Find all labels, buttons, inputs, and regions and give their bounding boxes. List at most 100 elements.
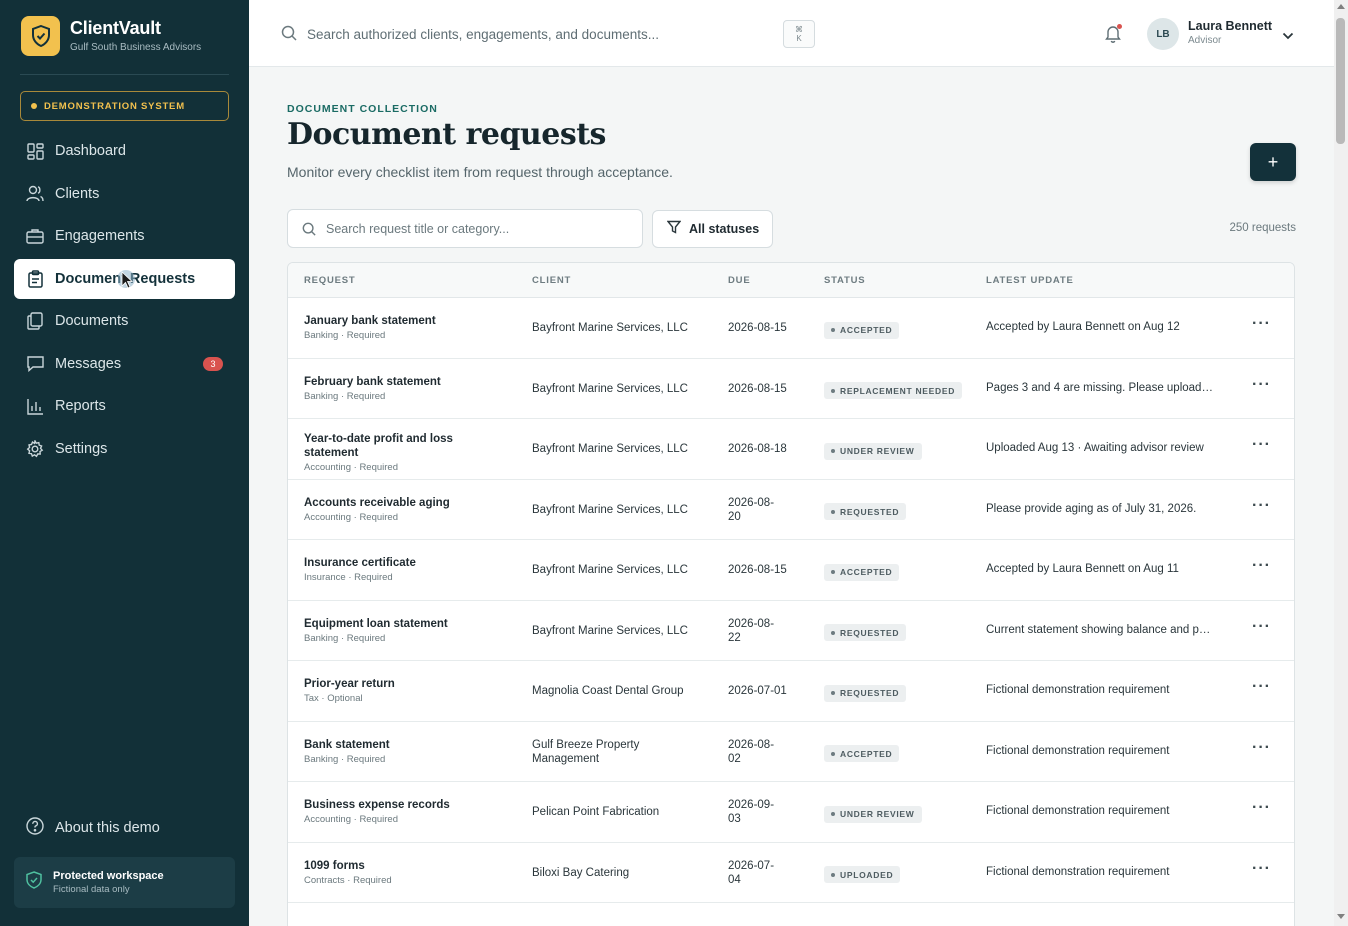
- sidebar-item-reports[interactable]: Reports: [14, 386, 235, 426]
- request-cell[interactable]: Business expense records Accounting · Req…: [304, 798, 464, 825]
- table-row[interactable]: Business expense records Accounting · Req…: [288, 782, 1294, 843]
- sidebar-item-document-requests[interactable]: Document Requests: [14, 258, 235, 299]
- client-name[interactable]: Magnolia Coast Dental Group: [532, 684, 702, 698]
- request-cell[interactable]: Prior-year return Tax · Optional: [304, 677, 464, 704]
- column-header-request[interactable]: REQUEST: [304, 275, 356, 286]
- about-demo-link[interactable]: About this demo: [14, 808, 235, 848]
- client-name[interactable]: Gulf Breeze Property Management: [532, 738, 702, 766]
- request-meta: Accounting · Required: [304, 814, 398, 825]
- sidebar-item-dashboard[interactable]: Dashboard: [14, 131, 235, 171]
- column-header-client[interactable]: CLIENT: [532, 275, 571, 286]
- request-title[interactable]: 1099 forms: [304, 859, 464, 873]
- status-badge: ACCEPTED: [824, 563, 900, 581]
- more-actions-icon[interactable]: ···: [1252, 497, 1271, 515]
- table-row[interactable]: Insurance certificate Insurance · Require…: [288, 540, 1294, 601]
- table-row[interactable]: Accounts receivable aging Accounting · Re…: [288, 480, 1294, 540]
- sidebar-item-engagements[interactable]: Engagements: [14, 216, 235, 256]
- client-name[interactable]: Biloxi Bay Catering: [532, 866, 702, 880]
- request-cell[interactable]: Equipment loan statement Banking · Requir…: [304, 617, 464, 644]
- request-cell[interactable]: Year-to-date profit and loss statement Ac…: [304, 432, 464, 473]
- column-header-status[interactable]: STATUS: [824, 275, 865, 286]
- request-cell[interactable]: January bank statement Banking · Required: [304, 314, 464, 341]
- client-name[interactable]: Bayfront Marine Services, LLC: [532, 563, 702, 577]
- request-title[interactable]: Business expense records: [304, 798, 464, 812]
- table-row[interactable]: Bank statement Banking · Required Gulf Bre…: [288, 722, 1294, 782]
- column-header-due[interactable]: DUE: [728, 275, 750, 286]
- status-filter-button[interactable]: All statuses: [652, 210, 773, 248]
- more-actions-icon[interactable]: ···: [1252, 739, 1271, 757]
- sidebar-item-label: Clients: [55, 185, 100, 202]
- more-actions-icon[interactable]: ···: [1252, 618, 1271, 636]
- client-name[interactable]: Bayfront Marine Services, LLC: [532, 624, 702, 638]
- request-cell[interactable]: 1099 forms Contracts · Required: [304, 859, 464, 886]
- scroll-up-arrow-icon[interactable]: [1337, 4, 1345, 9]
- table-row[interactable]: January bank statement Banking · Required…: [288, 298, 1294, 359]
- table-row[interactable]: Equipment loan statement Banking · Requir…: [288, 601, 1294, 661]
- keyboard-shortcut-hint: ⌘ K: [783, 20, 815, 48]
- status-dot: [831, 812, 835, 816]
- more-actions-icon[interactable]: ···: [1252, 799, 1271, 817]
- due-date: 2026-08-15: [728, 382, 787, 395]
- table-row[interactable]: 1099 forms Contracts · Required Biloxi Bay…: [288, 843, 1294, 903]
- due-date: 2026-08- 22: [728, 617, 788, 645]
- due-date-line: 2026-08-: [728, 496, 775, 509]
- sidebar-item-messages[interactable]: Messages 3: [14, 344, 235, 384]
- column-header-latest-update[interactable]: LATEST UPDATE: [986, 275, 1074, 286]
- more-actions-icon[interactable]: ···: [1252, 678, 1271, 696]
- more-actions-icon[interactable]: ···: [1252, 557, 1271, 575]
- latest-update: Fictional demonstration requirement: [986, 744, 1170, 757]
- due-date: 2026-07-01: [728, 685, 787, 697]
- sidebar-item-settings[interactable]: Settings: [14, 429, 235, 469]
- more-actions-icon[interactable]: ···: [1252, 436, 1271, 454]
- sidebar-item-label: Engagements: [55, 228, 145, 244]
- request-title[interactable]: Accounts receivable aging: [304, 496, 464, 510]
- request-title[interactable]: Prior-year return: [304, 677, 464, 691]
- client-name[interactable]: Pelican Point Fabrication: [532, 805, 702, 819]
- briefcase-icon: [26, 227, 44, 245]
- demo-system-label: DEMONSTRATION SYSTEM: [44, 100, 185, 112]
- more-actions-icon[interactable]: ···: [1252, 376, 1271, 394]
- dashboard-icon: [26, 142, 44, 160]
- global-search-input[interactable]: [307, 22, 777, 46]
- avatar[interactable]: LB: [1147, 18, 1179, 50]
- request-title[interactable]: Equipment loan statement: [304, 617, 464, 631]
- request-title[interactable]: Year-to-date profit and loss statement: [304, 432, 464, 460]
- status-label: REPLACEMENT NEEDED: [840, 385, 956, 396]
- sidebar-item-label: Messages: [55, 355, 122, 372]
- request-search-input[interactable]: [326, 219, 626, 239]
- table-row[interactable]: Prior-year return Tax · Optional Magnolia …: [288, 661, 1294, 722]
- status-cell: REQUESTED: [824, 682, 907, 702]
- table-row[interactable]: February bank statement Banking · Require…: [288, 359, 1294, 419]
- more-actions-icon[interactable]: ···: [1252, 315, 1271, 333]
- request-cell[interactable]: February bank statement Banking · Require…: [304, 375, 464, 402]
- request-cell[interactable]: Bank statement Banking · Required: [304, 738, 464, 765]
- client-name[interactable]: Bayfront Marine Services, LLC: [532, 382, 702, 396]
- status-label: UPLOADED: [840, 869, 894, 880]
- request-title[interactable]: January bank statement: [304, 314, 464, 328]
- request-title[interactable]: February bank statement: [304, 375, 464, 389]
- status-label: ACCEPTED: [840, 567, 893, 577]
- more-actions-icon[interactable]: ···: [1252, 860, 1271, 878]
- client-name[interactable]: Bayfront Marine Services, LLC: [532, 503, 702, 517]
- due-date: 2026-08- 20: [728, 496, 788, 524]
- request-cell[interactable]: Accounts receivable aging Accounting · Re…: [304, 496, 464, 523]
- client-name[interactable]: Bayfront Marine Services, LLC: [532, 442, 702, 456]
- request-meta: Tax · Optional: [304, 693, 363, 704]
- sidebar-item-clients[interactable]: Clients: [14, 174, 235, 214]
- request-title[interactable]: Insurance certificate: [304, 556, 464, 570]
- table-row[interactable]: Year-to-date profit and loss statement Ac…: [288, 419, 1294, 480]
- request-title[interactable]: Bank statement: [304, 738, 464, 752]
- scroll-down-arrow-icon[interactable]: [1337, 914, 1345, 919]
- request-search-box[interactable]: [287, 209, 643, 248]
- chevron-down-icon[interactable]: [1282, 27, 1294, 45]
- scrollbar-thumb[interactable]: [1336, 18, 1345, 144]
- latest-update: Fictional demonstration requirement: [986, 865, 1170, 878]
- brand[interactable]: ClientVault Gulf South Business Advisors: [21, 16, 201, 56]
- status-cell: ACCEPTED: [824, 319, 900, 339]
- request-cell[interactable]: Insurance certificate Insurance · Require…: [304, 556, 464, 583]
- client-name[interactable]: Bayfront Marine Services, LLC: [532, 321, 702, 335]
- request-meta: Accounting · Required: [304, 511, 398, 523]
- user-name[interactable]: Laura Bennett: [1188, 19, 1272, 33]
- add-request-button[interactable]: +: [1250, 143, 1296, 181]
- sidebar-item-documents[interactable]: Documents: [14, 301, 235, 341]
